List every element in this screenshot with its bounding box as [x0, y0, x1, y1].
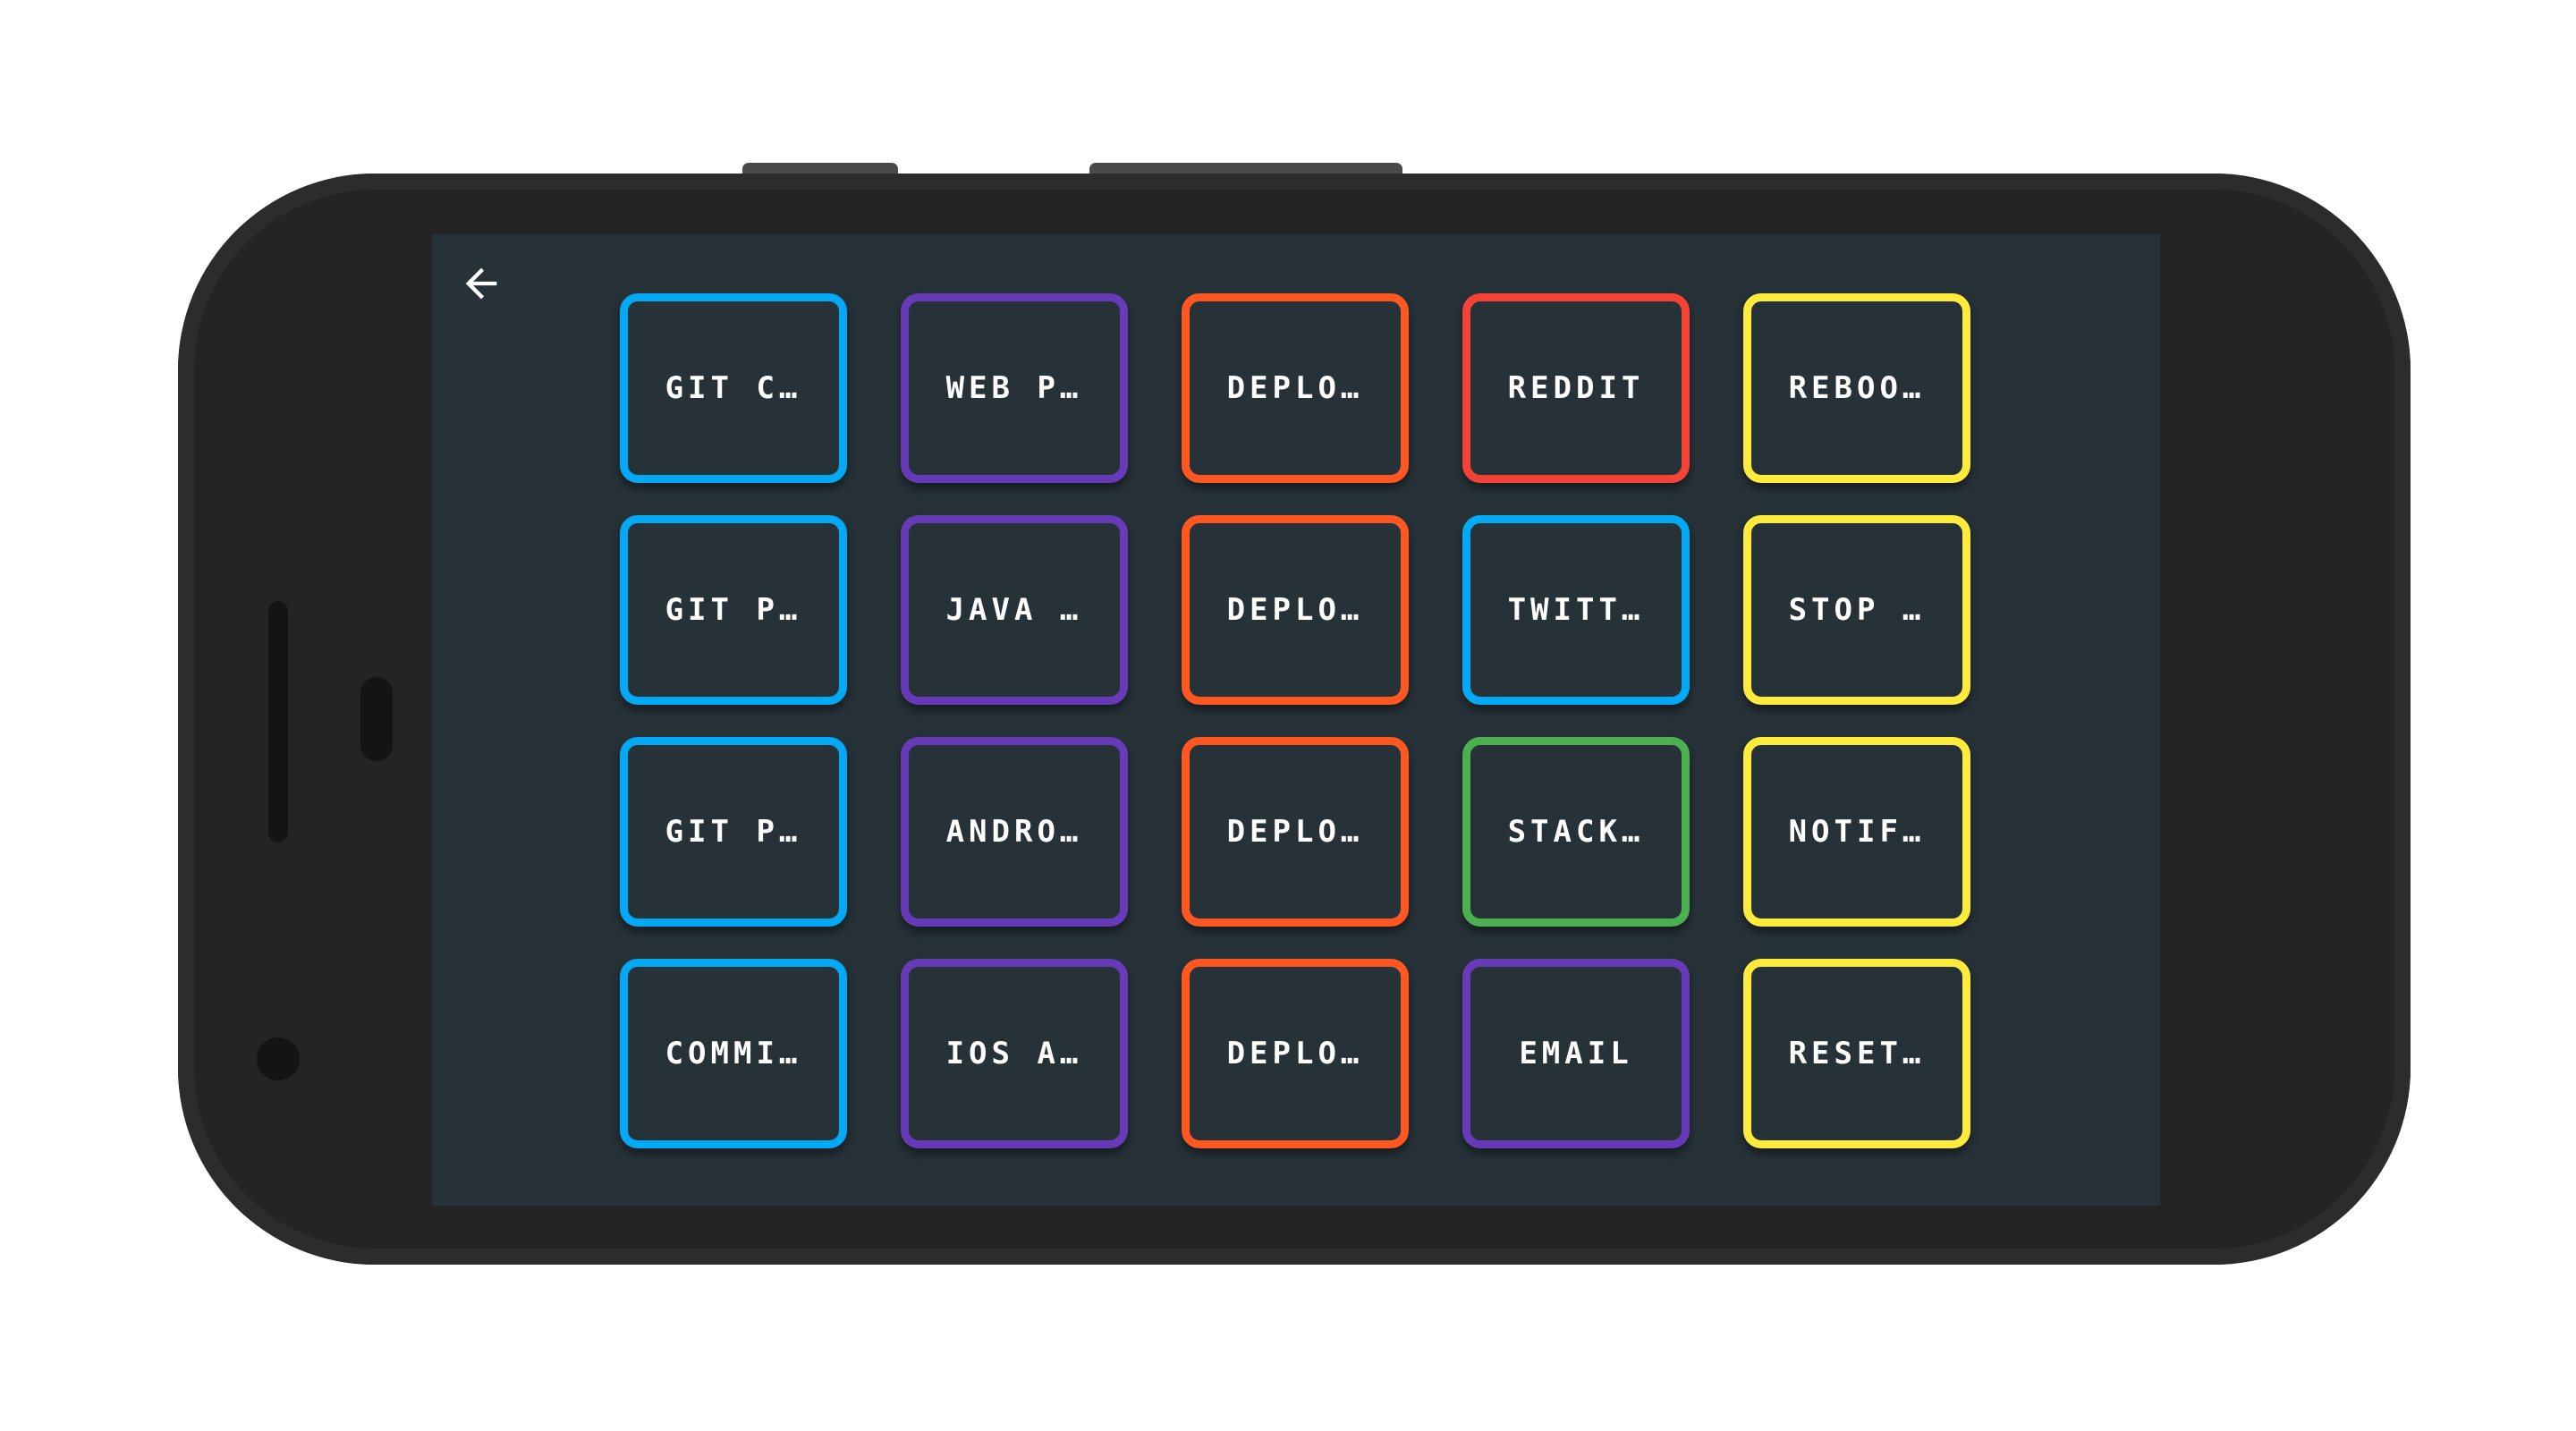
- arrow-left-icon: [465, 267, 497, 300]
- tile-label: WEB P…: [945, 370, 1083, 406]
- tile-label: ANDRO…: [945, 814, 1083, 850]
- tile-label: GIT P…: [665, 814, 802, 850]
- action-tile[interactable]: IOS A…: [901, 959, 1128, 1148]
- action-tile[interactable]: COMMI…: [620, 959, 847, 1148]
- app-screen: GIT C… WEB P… DEPLO… REDDIT REBOO… GIT P…: [432, 234, 2160, 1206]
- tile-label: DEPLO…: [1226, 1036, 1364, 1071]
- action-tile[interactable]: GIT C…: [620, 293, 847, 483]
- tile-label: JAVA …: [945, 592, 1083, 628]
- tile-label: DEPLO…: [1226, 814, 1364, 850]
- tile-label: RESET…: [1788, 1036, 1926, 1071]
- tile-label: REBOO…: [1788, 370, 1926, 406]
- action-tile[interactable]: REDDIT: [1462, 293, 1690, 483]
- action-tile[interactable]: NOTIF…: [1743, 737, 1970, 927]
- tile-label: TWITT…: [1507, 592, 1645, 628]
- proximity-sensor: [360, 677, 393, 761]
- tile-label: IOS A…: [945, 1036, 1083, 1071]
- action-tile[interactable]: DEPLO…: [1182, 959, 1409, 1148]
- action-tile[interactable]: WEB P…: [901, 293, 1128, 483]
- device-mockup: GIT C… WEB P… DEPLO… REDDIT REBOO… GIT P…: [0, 0, 2576, 1431]
- action-tile[interactable]: REBOO…: [1743, 293, 1970, 483]
- tile-label: GIT P…: [665, 592, 802, 628]
- tile-label: NOTIF…: [1788, 814, 1926, 850]
- action-tile[interactable]: STOP …: [1743, 515, 1970, 705]
- action-tile[interactable]: RESET…: [1743, 959, 1970, 1148]
- front-camera: [257, 1037, 300, 1080]
- tile-label: DEPLO…: [1226, 592, 1364, 628]
- tile-label: COMMI…: [665, 1036, 802, 1071]
- action-tile[interactable]: DEPLO…: [1182, 515, 1409, 705]
- tile-label: STACK…: [1507, 814, 1645, 850]
- action-tile[interactable]: DEPLO…: [1182, 293, 1409, 483]
- speaker-grille: [268, 601, 288, 843]
- back-button[interactable]: [452, 254, 511, 313]
- action-tile[interactable]: STACK…: [1462, 737, 1690, 927]
- action-tile[interactable]: GIT P…: [620, 737, 847, 927]
- tile-label: EMAIL: [1519, 1036, 1633, 1071]
- action-tile[interactable]: JAVA …: [901, 515, 1128, 705]
- action-tile[interactable]: TWITT…: [1462, 515, 1690, 705]
- action-button-grid: GIT C… WEB P… DEPLO… REDDIT REBOO… GIT P…: [620, 293, 1970, 1148]
- action-tile[interactable]: GIT P…: [620, 515, 847, 705]
- tile-label: STOP …: [1788, 592, 1926, 628]
- action-tile[interactable]: EMAIL: [1462, 959, 1690, 1148]
- tile-label: GIT C…: [665, 370, 802, 406]
- tile-label: REDDIT: [1507, 370, 1645, 406]
- action-tile[interactable]: DEPLO…: [1182, 737, 1409, 927]
- tile-label: DEPLO…: [1226, 370, 1364, 406]
- action-tile[interactable]: ANDRO…: [901, 737, 1128, 927]
